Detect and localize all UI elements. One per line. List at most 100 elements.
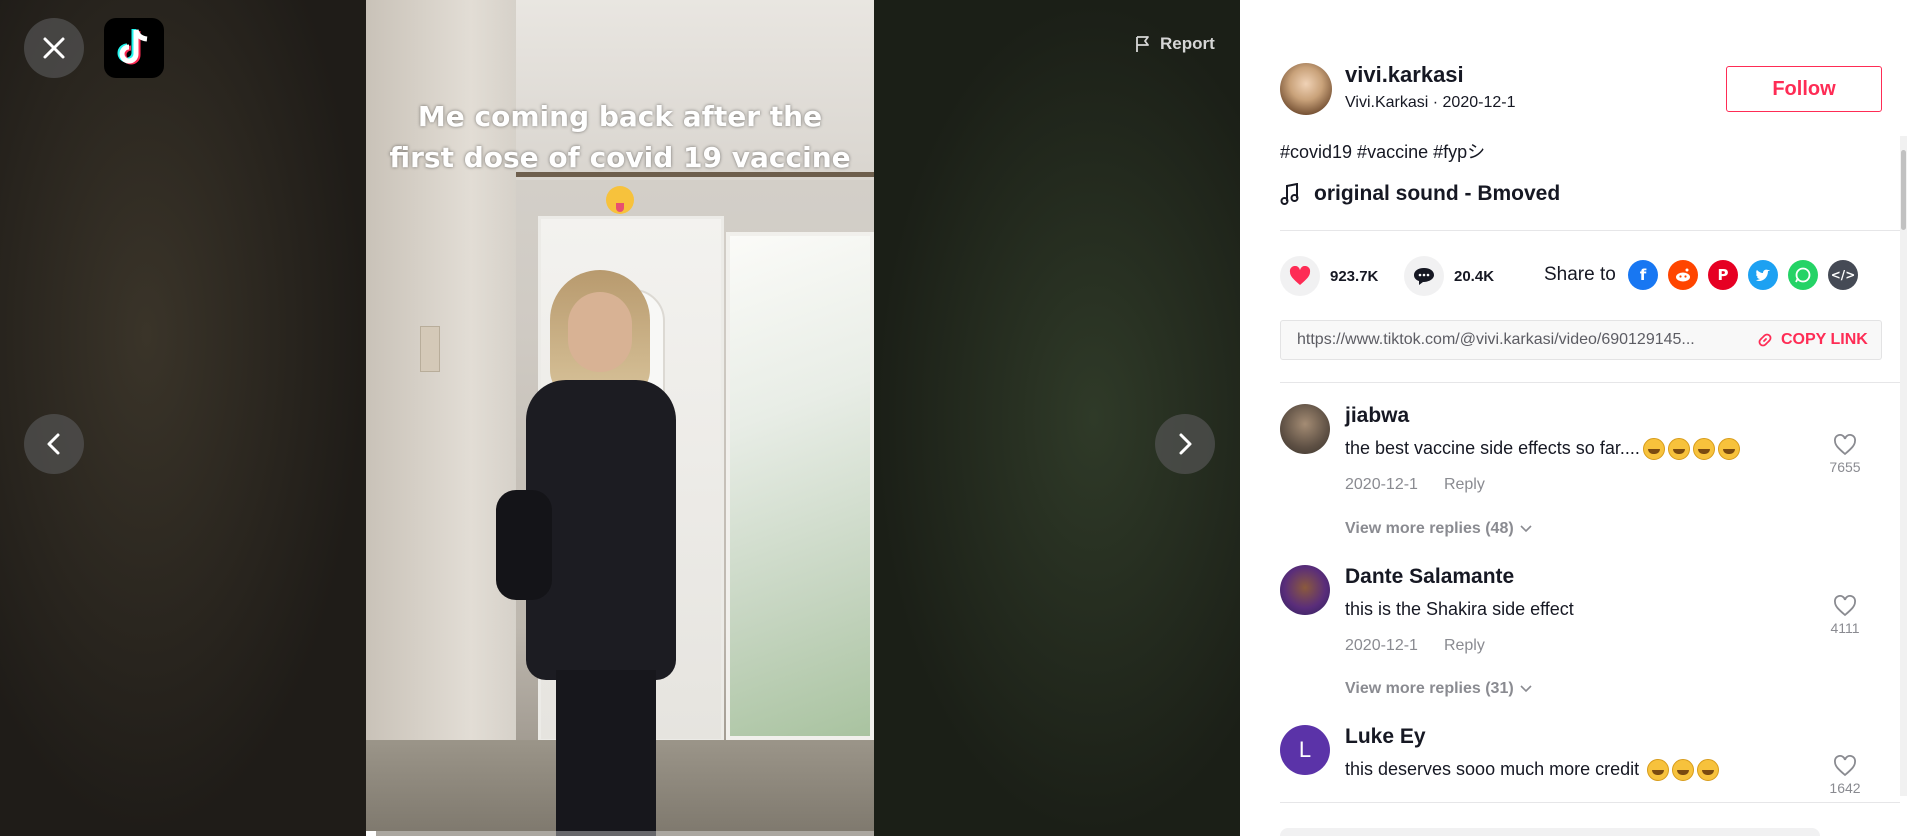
video-link-box: https://www.tiktok.com/@vivi.karkasi/vid… [1280, 320, 1882, 360]
commenter-name[interactable]: Luke Ey [1345, 725, 1426, 749]
laughing-emoji-icon [1642, 438, 1665, 461]
comments-scrollbar-thumb[interactable] [1901, 150, 1906, 230]
twitter-icon[interactable] [1748, 260, 1778, 290]
video-caption: Me coming back after the first dose of c… [366, 96, 874, 219]
comment-date: 2020-12-1 [1345, 637, 1418, 654]
divider-bottom [1280, 802, 1900, 803]
view-more-replies-label: View more replies (31) [1345, 680, 1514, 697]
comment-like-count: 4111 [1830, 620, 1860, 636]
video-person [486, 270, 696, 836]
previous-video-button[interactable] [24, 414, 84, 474]
view-more-replies-label: View more replies (48) [1345, 520, 1514, 537]
subline-separator: · [1432, 94, 1439, 111]
tongue-emoji-icon [606, 186, 634, 214]
person-face [568, 292, 632, 372]
video-player[interactable]: Me coming back after the first dose of c… [366, 0, 874, 836]
comment-meta: 2020-12-1 Reply [1345, 637, 1485, 655]
commenter-avatar[interactable] [1280, 565, 1330, 615]
next-video-button[interactable] [1155, 414, 1215, 474]
person-bag [496, 490, 552, 600]
commenter-name[interactable]: Dante Salamante [1345, 565, 1514, 589]
report-label: Report [1160, 34, 1215, 53]
video-url[interactable]: https://www.tiktok.com/@vivi.karkasi/vid… [1297, 331, 1737, 349]
chevron-down-icon [1520, 685, 1532, 693]
video-progress-fill [366, 831, 377, 836]
view-more-replies[interactable]: View more replies (31) [1345, 680, 1532, 698]
comment-button[interactable] [1404, 256, 1444, 296]
video-progress-bar[interactable] [366, 831, 874, 836]
laughing-emoji-icon [1692, 438, 1715, 461]
pinterest-icon[interactable]: P [1708, 260, 1738, 290]
chevron-right-icon [1179, 433, 1192, 455]
laughing-emoji-icon [1717, 438, 1740, 461]
divider-comments [1280, 382, 1900, 383]
copy-link-button[interactable]: COPY LINK [1757, 331, 1868, 349]
comment-stat[interactable]: 20.4K [1404, 256, 1494, 296]
author-nickname: Vivi.Karkasi [1345, 94, 1429, 111]
video-hashtags[interactable]: #covid19 #vaccine #fypシ [1280, 138, 1485, 164]
heart-outline-icon [1834, 434, 1856, 456]
reply-button[interactable]: Reply [1444, 476, 1485, 494]
laughing-emoji-icon [1647, 759, 1670, 782]
link-icon [1758, 333, 1772, 347]
sound-title: original sound - Bmoved [1314, 182, 1561, 205]
report-button[interactable]: Report [1134, 34, 1215, 54]
twitter-bird-icon [1756, 269, 1770, 281]
whatsapp-icon[interactable] [1788, 260, 1818, 290]
comment-text: this deserves sooo much more credit [1345, 759, 1720, 782]
sound-link[interactable]: original sound - Bmoved [1280, 182, 1560, 206]
share-label: Share to [1544, 264, 1616, 285]
whatsapp-phone-icon [1795, 267, 1811, 283]
caption-line-1: Me coming back after the [417, 100, 823, 133]
comment-text-content: the best vaccine side effects so far.... [1345, 438, 1640, 458]
comment-item: Dante Salamante this is the Shakira side… [1280, 565, 1870, 675]
comment-like[interactable]: 4111 [1820, 595, 1870, 636]
comment-meta: 2020-12-1 Reply [1345, 476, 1485, 494]
embed-icon[interactable]: </> [1828, 260, 1858, 290]
copy-link-label: COPY LINK [1781, 331, 1868, 348]
close-icon [43, 37, 65, 59]
commenter-name[interactable]: jiabwa [1345, 404, 1409, 428]
reddit-alien-icon [1676, 268, 1690, 282]
laughing-emoji-icon [1697, 759, 1720, 782]
comment-like-count: 7655 [1829, 459, 1861, 475]
comment-item: L Luke Ey this deserves sooo much more c… [1280, 725, 1870, 805]
reply-button[interactable]: Reply [1444, 637, 1485, 655]
comment-text: this is the Shakira side effect [1345, 599, 1574, 619]
commenter-avatar[interactable] [1280, 404, 1330, 454]
author-username[interactable]: vivi.karkasi [1345, 62, 1464, 88]
heart-outline-icon [1834, 595, 1856, 617]
tiktok-logo[interactable] [104, 18, 164, 78]
video-light-switch [420, 326, 440, 372]
comment-text: the best vaccine side effects so far.... [1345, 438, 1740, 461]
video-viewer: Me coming back after the first dose of c… [0, 0, 1240, 836]
follow-button[interactable]: Follow [1726, 66, 1882, 112]
facebook-icon[interactable]: f [1628, 260, 1658, 290]
like-button[interactable] [1280, 256, 1320, 296]
comment-bubble-icon [1414, 268, 1434, 285]
chevron-down-icon [1520, 525, 1532, 533]
comment-input-area[interactable] [1280, 828, 1820, 836]
author-subline: Vivi.Karkasi · 2020-12-1 [1345, 94, 1515, 112]
flag-icon [1136, 36, 1149, 52]
like-count: 923.7K [1330, 267, 1379, 285]
comment-count: 20.4K [1454, 267, 1495, 285]
music-note-icon [1280, 183, 1299, 205]
comments-scrollbar[interactable] [1900, 136, 1907, 796]
commenter-avatar[interactable]: L [1280, 725, 1330, 775]
reddit-icon[interactable] [1668, 260, 1698, 290]
comment-like[interactable]: 7655 [1820, 434, 1870, 475]
video-side-window [726, 232, 874, 740]
close-button[interactable] [24, 18, 84, 78]
author-avatar[interactable] [1280, 63, 1332, 115]
share-icons: f P </> [1628, 260, 1858, 290]
comment-like[interactable]: 1642 [1820, 755, 1870, 796]
comment-like-count: 1642 [1829, 780, 1861, 796]
like-stat[interactable]: 923.7K [1280, 256, 1378, 296]
heart-icon [1289, 266, 1311, 285]
laughing-emoji-icon [1672, 759, 1695, 782]
divider-top [1280, 230, 1900, 231]
view-more-replies[interactable]: View more replies (48) [1345, 520, 1532, 538]
heart-outline-icon [1834, 755, 1856, 777]
details-panel: vivi.karkasi Vivi.Karkasi · 2020-12-1 Fo… [1240, 0, 1907, 836]
